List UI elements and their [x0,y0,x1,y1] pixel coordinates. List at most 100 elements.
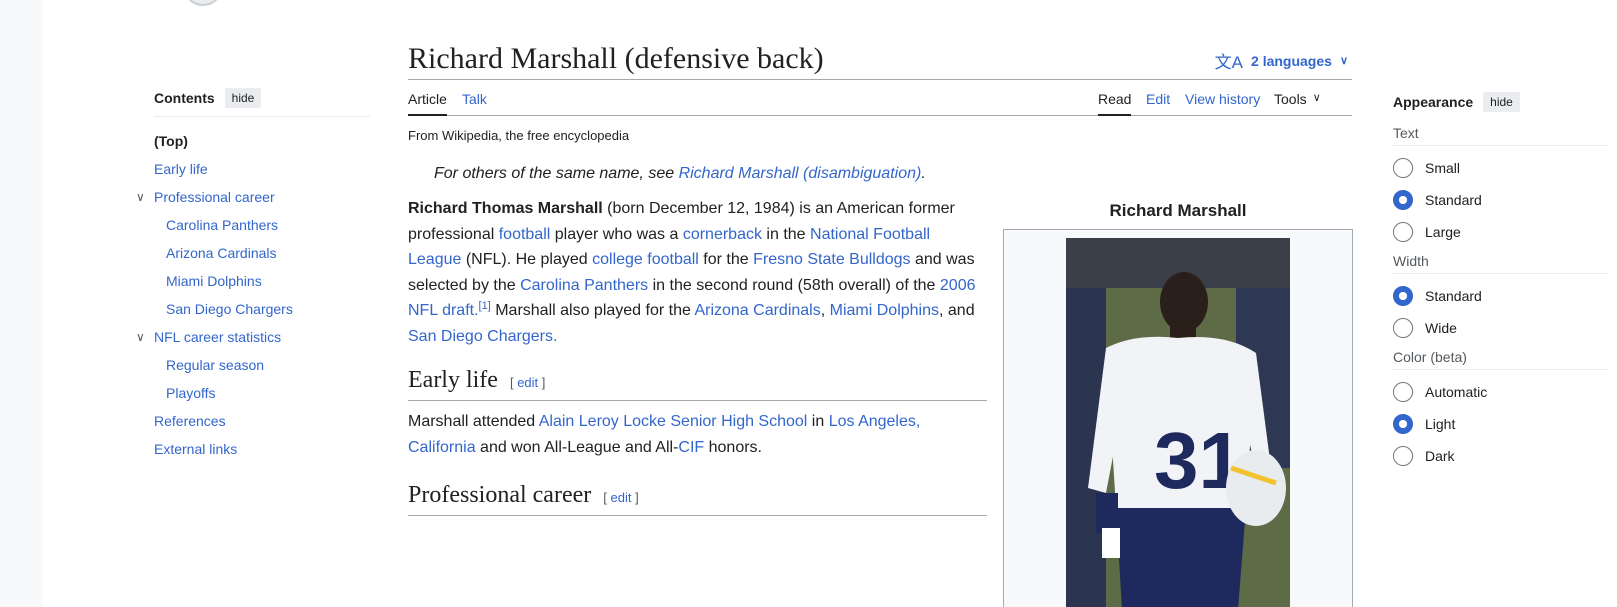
toc-header: Contents hide [154,86,370,117]
toc-item-miami-dolphins[interactable]: Miami Dolphins [154,267,370,295]
link-football[interactable]: football [499,226,551,243]
tab-view-history[interactable]: View history [1185,91,1260,116]
heading-text: Professional career [408,482,592,508]
radio-selected[interactable] [1393,414,1413,434]
color-automatic-option[interactable]: Automatic [1393,376,1609,408]
color-label: Color (beta) [1393,344,1609,370]
intro-paragraph: Richard Thomas Marshall (born December 1… [408,196,987,349]
tab-article[interactable]: Article [408,91,447,116]
radio-unselected[interactable] [1393,318,1413,338]
link-carolina-panthers[interactable]: Carolina Panthers [520,277,648,294]
option-label: Standard [1425,288,1482,304]
hatnote: For others of the same name, see Richard… [434,165,926,183]
player-photo-image: 31 [1066,238,1290,607]
tools-menu[interactable]: Tools ∨ [1274,91,1321,116]
page-title: Richard Marshall (defensive back) [408,42,824,75]
wikipedia-logo-icon[interactable] [183,0,223,6]
player-photo[interactable]: 31 [1066,238,1290,607]
text: , and [939,302,975,319]
tab-read[interactable]: Read [1098,91,1132,116]
text-size-label: Text [1393,120,1609,146]
toc-item-early-life[interactable]: Early life [154,155,370,183]
appearance-panel: Appearance hide Text Small Standard Larg… [1393,86,1609,472]
edit-link[interactable]: edit [610,490,631,505]
article-body: Richard Thomas Marshall (born December 1… [408,196,987,516]
infobox-title: Richard Marshall [1109,201,1247,220]
text: in the second round (58th overall) of th… [648,276,940,294]
heading-early-life: Early life [ edit ] [408,365,987,401]
text: honors. [704,438,762,456]
appearance-header: Appearance hide [1393,86,1609,117]
text: player who was a [550,225,683,243]
text: (NFL). He played [461,251,593,268]
text: in [807,413,829,430]
toc-item-references[interactable]: References [154,407,370,435]
option-label: Light [1425,416,1456,432]
tab-edit[interactable]: Edit [1146,91,1170,116]
link-san-diego-chargers[interactable]: San Diego Chargers [408,328,553,345]
toc-item-nfl-career-statistics[interactable]: ∨ NFL career statistics [136,323,370,351]
radio-selected[interactable] [1393,190,1413,210]
languages-label: 2 languages [1251,52,1332,69]
link-cornerback[interactable]: cornerback [683,226,762,243]
text-size-standard-option[interactable]: Standard [1393,184,1609,216]
link-arizona-cardinals[interactable]: Arizona Cardinals [694,302,820,319]
text: for the [698,251,754,268]
toc-item-playoffs[interactable]: Playoffs [154,379,370,407]
width-wide-option[interactable]: Wide [1393,312,1609,344]
option-label: Large [1425,224,1461,240]
toc-item-label[interactable]: NFL career statistics [154,329,281,345]
toc-item-arizona-cardinals[interactable]: Arizona Cardinals [154,239,370,267]
toc-item-external-links[interactable]: External links [154,435,370,463]
link-fresno-state[interactable]: Fresno State Bulldogs [753,251,910,268]
toc-item-regular-season[interactable]: Regular season [154,351,370,379]
link-college-football[interactable]: college football [592,251,699,268]
color-dark-option[interactable]: Dark [1393,440,1609,472]
radio-unselected[interactable] [1393,222,1413,242]
table-of-contents: Contents hide (Top) Early life ∨ Profess… [136,86,370,463]
link-cif[interactable]: CIF [678,439,704,456]
appearance-hide-button[interactable]: hide [1483,91,1520,112]
radio-unselected[interactable] [1393,382,1413,402]
width-standard-option[interactable]: Standard [1393,280,1609,312]
option-label: Small [1425,160,1461,176]
link-miami-dolphins[interactable]: Miami Dolphins [830,302,939,319]
text: in the [761,225,811,243]
disambiguation-link[interactable]: Richard Marshall (disambiguation) [679,165,922,182]
link-locke-high-school[interactable]: Alain Leroy Locke Senior High School [539,413,808,430]
radio-selected[interactable] [1393,286,1413,306]
toc-item-san-diego-chargers[interactable]: San Diego Chargers [154,295,370,323]
languages-button[interactable]: 文A 2 languages ∨ [1215,48,1348,73]
subject-name: Richard Thomas Marshall [408,200,603,217]
translate-icon: 文A [1214,53,1244,72]
tools-label: Tools [1274,91,1307,107]
option-label: Wide [1425,320,1457,336]
tab-talk[interactable]: Talk [462,91,487,116]
page: Contents hide (Top) Early life ∨ Profess… [43,0,1617,607]
reference-link[interactable]: [1] [479,300,491,312]
edit-link[interactable]: edit [517,375,538,390]
radio-unselected[interactable] [1393,158,1413,178]
option-label: Dark [1425,448,1455,464]
toc-item-carolina-panthers[interactable]: Carolina Panthers [154,211,370,239]
heading-professional-career: Professional career [ edit ] [408,480,987,516]
text[interactable]: . [553,328,557,345]
option-label: Automatic [1425,384,1488,400]
toc-list: (Top) Early life ∨ Professional career C… [136,127,370,463]
toc-item-top[interactable]: (Top) [154,127,370,155]
color-light-option[interactable]: Light [1393,408,1609,440]
text: Marshall attended [408,413,539,430]
toc-item-label[interactable]: Professional career [154,189,275,205]
title-row: Richard Marshall (defensive back) 文A 2 l… [408,40,1352,80]
chevron-down-icon[interactable]: ∨ [136,323,150,351]
toc-hide-button[interactable]: hide [224,88,262,108]
text: Marshall also played for the [490,302,695,319]
page-tabs: Article Talk Read Edit View history Tool… [408,85,1352,116]
option-label: Standard [1425,192,1482,208]
text-size-small-option[interactable]: Small [1393,152,1609,184]
chevron-down-icon[interactable]: ∨ [136,183,150,211]
radio-unselected[interactable] [1393,446,1413,466]
text-size-large-option[interactable]: Large [1393,216,1609,248]
chevron-down-icon: ∨ [1339,55,1348,67]
toc-item-professional-career[interactable]: ∨ Professional career [136,183,370,211]
